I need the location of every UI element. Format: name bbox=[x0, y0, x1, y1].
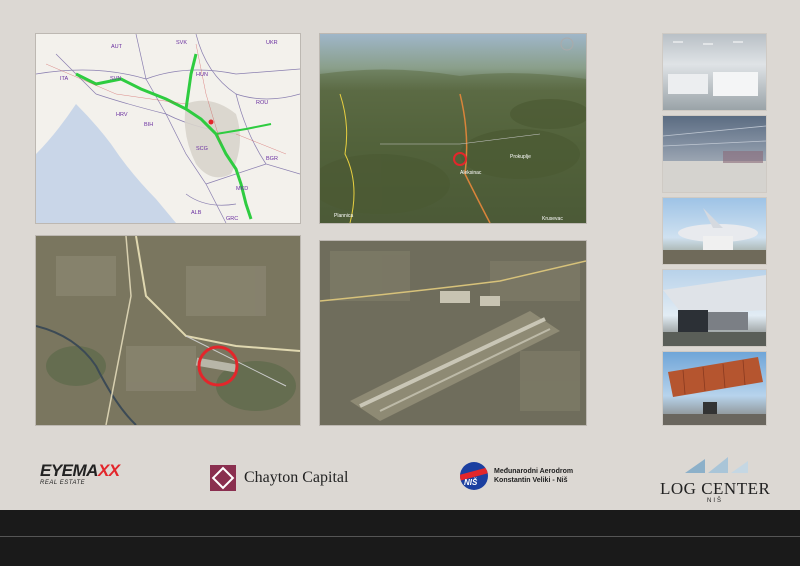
log-center-city: NIŠ bbox=[706, 498, 723, 504]
satellite-svg bbox=[36, 236, 300, 425]
airport-aerial-view bbox=[319, 240, 587, 426]
country-label-hun: HUN bbox=[196, 72, 208, 78]
cargo-plane-svg bbox=[663, 208, 766, 264]
country-label-rou: ROU bbox=[256, 100, 268, 106]
place-label-prokuplje: Prokuplje bbox=[510, 154, 531, 160]
airport-svg bbox=[320, 241, 586, 425]
log-center-wordmark: LOG CENTER bbox=[660, 479, 771, 498]
terrain-aerial-view: Plannica Krusevac Aleksinac Prokuplje bbox=[319, 33, 587, 224]
truck-cargo-photo bbox=[662, 269, 767, 347]
eyemaxx-wordmark-text: EYEMAXX bbox=[40, 461, 120, 480]
footer-bar bbox=[0, 510, 800, 566]
country-label-aut: AUT bbox=[111, 44, 123, 50]
warehouse-interior-photo-1 bbox=[662, 33, 767, 111]
place-label-aleksinac: Aleksinac bbox=[460, 170, 482, 176]
nis-airport-logo: NIŠ Međunarodni Aerodrom Konstantin Veli… bbox=[460, 460, 600, 492]
chayton-wordmark: Chayton Capital bbox=[244, 469, 349, 486]
footer-divider bbox=[0, 536, 800, 537]
eyemaxx-logo: EYEMAXX REAL ESTATE bbox=[40, 462, 130, 492]
cargo-plane-loading-photo bbox=[662, 197, 767, 265]
europe-route-map: SVK UKR AUT HUN ITA SVN ROU HRV BIH SCG … bbox=[35, 33, 301, 224]
airport-name-line2: Konstantin Veliki - Niš bbox=[494, 477, 568, 484]
satellite-site-view bbox=[35, 235, 301, 426]
log-center-logo: LOG CENTER NIŠ bbox=[660, 455, 771, 504]
container-svg bbox=[663, 357, 766, 425]
navigation-compass-icon bbox=[560, 37, 574, 51]
terrain-svg: Plannica Krusevac Aleksinac Prokuplje bbox=[320, 37, 586, 223]
airport-emblem-icon: NIŠ bbox=[460, 462, 488, 490]
warehouse-2-svg bbox=[663, 125, 766, 192]
eyemaxx-wordmark-base: EYEMA bbox=[40, 461, 98, 480]
airport-name-line1: Međunarodni Aerodrom bbox=[494, 468, 574, 475]
country-label-alb: ALB bbox=[191, 210, 202, 216]
eyemaxx-subline: REAL ESTATE bbox=[40, 480, 86, 486]
country-label-scg: SCG bbox=[196, 146, 208, 152]
place-label-krusevac: Krusevac bbox=[542, 216, 563, 222]
chayton-capital-logo: Chayton Capital bbox=[210, 462, 390, 494]
warehouse-1-svg bbox=[668, 41, 758, 96]
shipping-container-photo bbox=[662, 351, 767, 426]
brochure-page: SVK UKR AUT HUN ITA SVN ROU HRV BIH SCG … bbox=[0, 0, 800, 566]
eyemaxx-wordmark-accent: XX bbox=[97, 461, 120, 480]
country-label-ukr: UKR bbox=[266, 40, 278, 46]
country-label-svk: SVK bbox=[176, 40, 187, 46]
country-label-grc: GRC bbox=[226, 216, 238, 222]
place-label-plannica: Plannica bbox=[334, 213, 353, 219]
country-label-mkd: MKD bbox=[236, 186, 248, 192]
truck-svg bbox=[663, 275, 766, 346]
country-label-hrv: HRV bbox=[116, 112, 128, 118]
log-center-roof-icon bbox=[685, 457, 748, 473]
chayton-emblem-icon bbox=[210, 465, 236, 491]
country-label-ita: ITA bbox=[60, 76, 68, 82]
country-label-svn: SVN bbox=[110, 76, 121, 82]
eyemaxx-wordmark: EYEMAXX bbox=[40, 462, 130, 480]
warehouse-interior-photo-2 bbox=[662, 115, 767, 193]
map-svg: SVK UKR AUT HUN ITA SVN ROU HRV BIH SCG … bbox=[36, 34, 300, 223]
country-label-bgr: BGR bbox=[266, 156, 278, 162]
country-label-bih: BIH bbox=[144, 122, 153, 128]
